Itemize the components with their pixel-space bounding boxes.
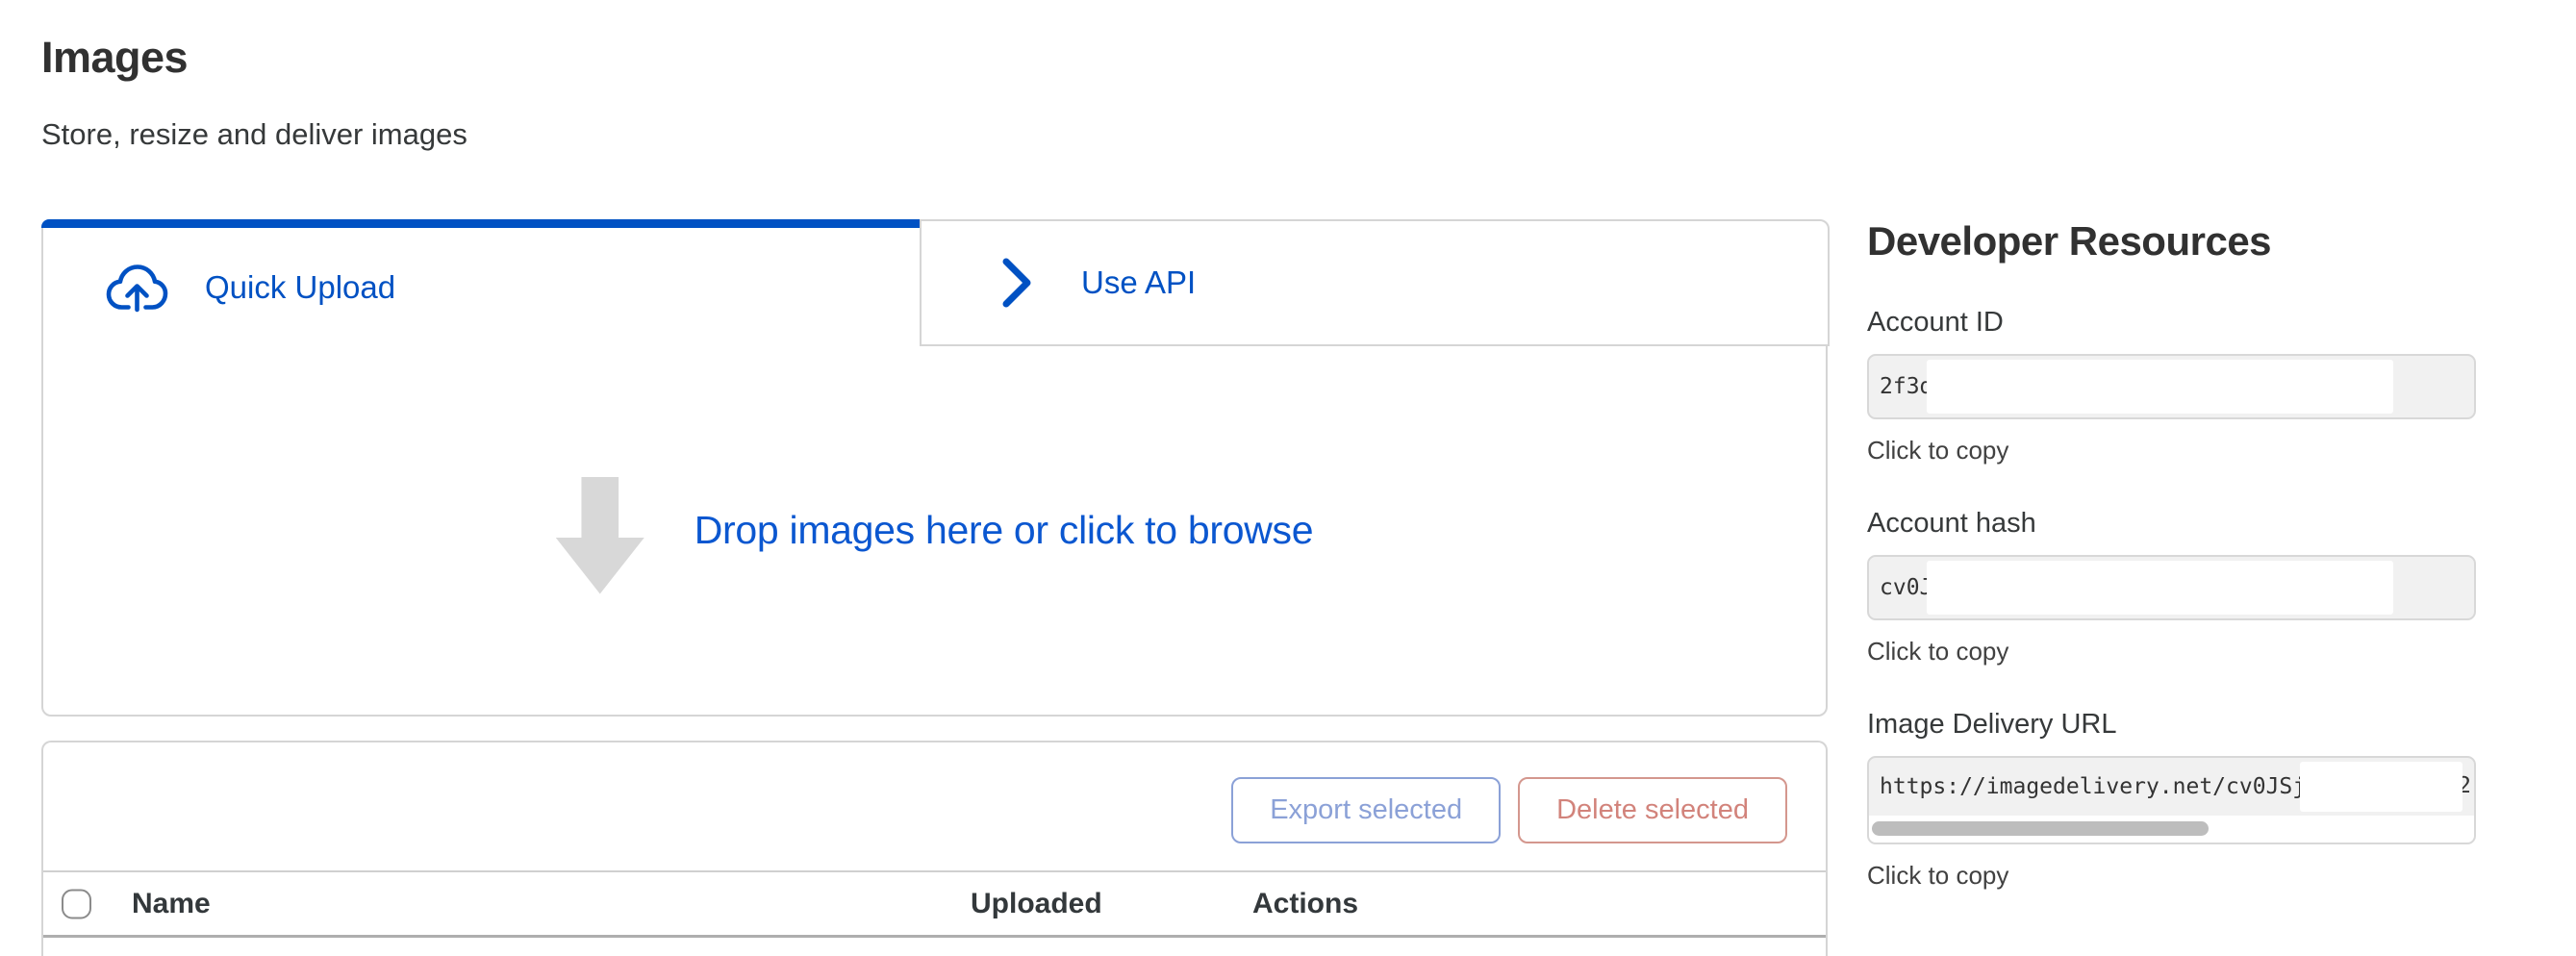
image-delivery-url-text-row: https://imagedelivery.net/cv0JSj 2 [1869,758,2474,816]
account-hash-field[interactable]: cv0J [1867,555,2476,620]
page-title: Images [41,33,188,83]
image-delivery-url-field[interactable]: https://imagedelivery.net/cv0JSj 2 [1867,756,2476,844]
upload-card: Quick Upload Use API Drop images here or… [41,219,1828,717]
tab-quick-upload-label: Quick Upload [205,269,395,306]
dropzone-label: Drop images here or click to browse [695,508,1313,553]
account-hash-copy-hint[interactable]: Click to copy [1867,637,2008,666]
developer-resources-title: Developer Resources [1867,219,2476,264]
table-header-row: Name Uploaded Actions [43,870,1826,938]
column-header-actions: Actions [1252,888,1358,920]
account-id-field[interactable]: 2f3d [1867,354,2476,419]
cloud-upload-icon [105,262,168,314]
account-hash-value: cv0J [1880,575,1932,600]
redaction-overlay [1927,360,2393,414]
export-selected-button[interactable]: Export selected [1231,777,1501,843]
account-hash-label: Account hash [1867,507,2476,540]
image-delivery-url-label: Image Delivery URL [1867,708,2476,741]
tab-use-api-label: Use API [1081,264,1196,301]
select-all-checkbox[interactable] [62,889,91,918]
horizontal-scrollbar-thumb[interactable] [1872,821,2209,836]
tab-quick-upload[interactable]: Quick Upload [43,228,918,346]
tab-use-api[interactable]: Use API [920,219,1830,346]
image-delivery-url-copy-hint[interactable]: Click to copy [1867,861,2008,890]
account-id-label: Account ID [1867,306,2476,339]
horizontal-scrollbar-track [1869,816,2474,843]
table-body-empty [43,938,1826,953]
account-id-value: 2f3d [1880,374,1932,399]
delete-selected-button[interactable]: Delete selected [1518,777,1787,843]
active-tab-indicator [41,219,920,228]
table-toolbar: Export selected Delete selected [43,742,1826,870]
images-table-card: Export selected Delete selected Name Upl… [41,741,1828,956]
chevron-right-icon [1000,256,1033,310]
developer-resources-panel: Developer Resources Account ID 2f3d Clic… [1867,219,2476,890]
account-id-copy-hint[interactable]: Click to copy [1867,436,2008,465]
dropzone[interactable]: Drop images here or click to browse [43,346,1826,715]
drop-arrow-icon [556,477,644,594]
column-header-uploaded: Uploaded [971,888,1102,920]
page-subtitle: Store, resize and deliver images [41,117,467,152]
image-delivery-url-value: https://imagedelivery.net/cv0JSj [1880,774,2306,799]
column-header-name: Name [132,888,211,920]
redaction-overlay [2300,762,2462,812]
redaction-overlay [1927,561,2393,615]
